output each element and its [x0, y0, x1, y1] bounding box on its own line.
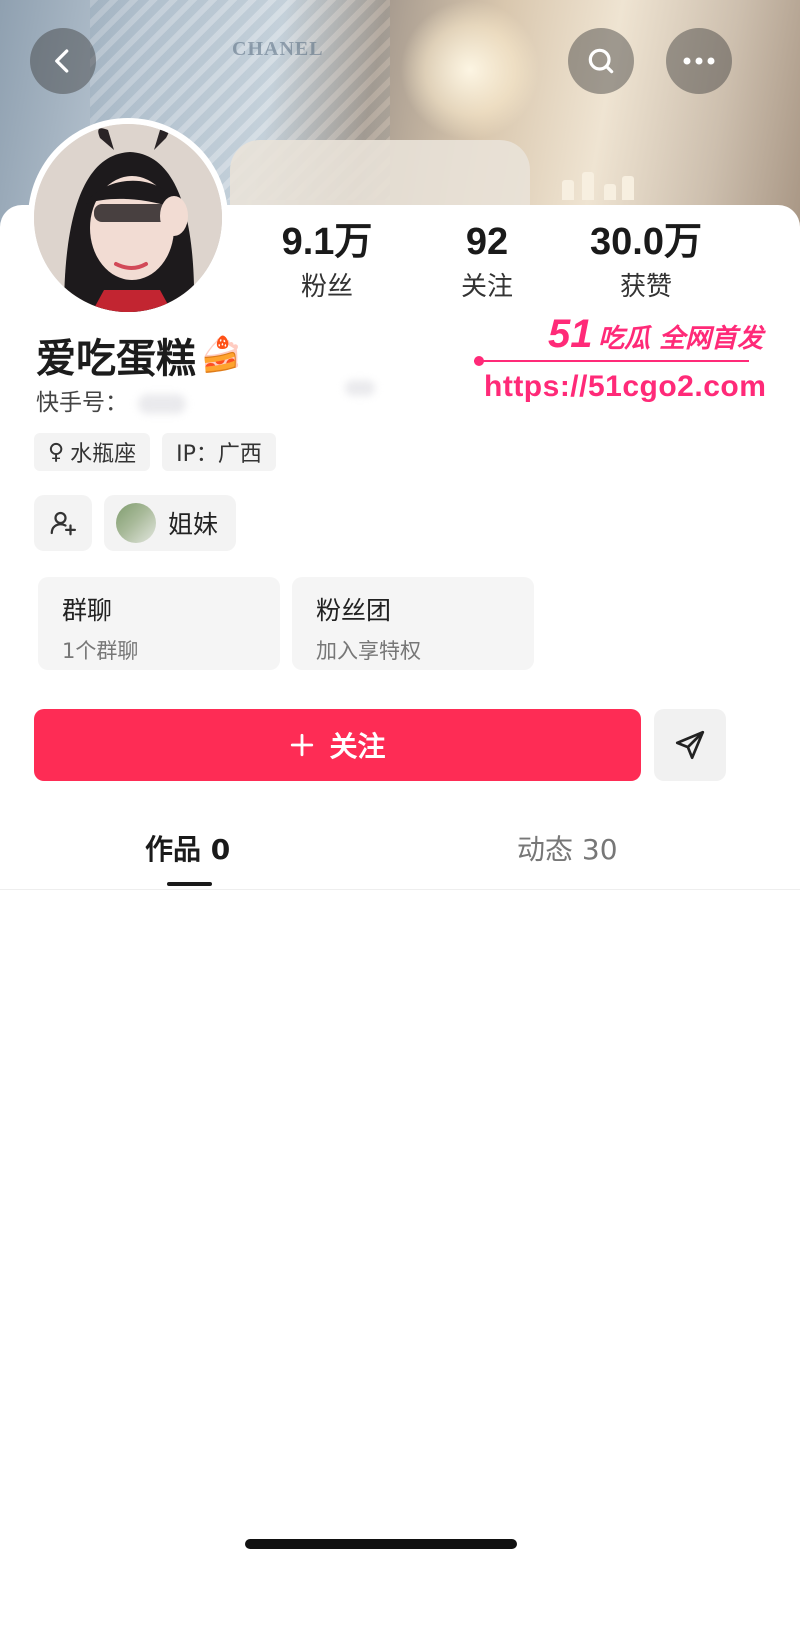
group-chat-subtitle: 1个群聊 — [62, 639, 139, 663]
home-indicator — [245, 1539, 517, 1549]
feature-boxes: 群聊 1个群聊 粉丝团 加入享特权 — [38, 577, 534, 670]
profile-tags: ♀ 水瓶座 IP：广西 — [34, 433, 276, 471]
more-horizontal-icon — [683, 57, 715, 65]
stat-following-label: 关注 — [460, 272, 513, 302]
profile-handle-label: 快手号： — [36, 390, 128, 416]
tab-moments[interactable]: 动态 30 — [517, 828, 618, 868]
watermark: 51 吃瓜 全网首发 https://51cgo2.com — [474, 312, 767, 412]
tag-ip-label: IP：广西 — [176, 442, 262, 467]
profile-name: 爱吃蛋糕 🍰 — [36, 326, 242, 384]
watermark-line — [474, 360, 749, 362]
tag-zodiac: ♀ 水瓶座 — [34, 433, 151, 471]
fan-club-subtitle: 加入享特权 — [316, 639, 421, 663]
avatar-portrait-icon — [34, 124, 222, 312]
tag-zodiac-label: 水瓶座 — [70, 442, 137, 467]
stat-following-count: 92 — [465, 221, 509, 263]
send-icon — [675, 730, 705, 760]
watermark-brand: 51 吃瓜 全网首发 — [548, 312, 763, 357]
stat-fans-label: 粉丝 — [300, 272, 353, 302]
relation-label: 姐妹 — [168, 510, 219, 539]
relation-chip[interactable]: 姐妹 — [104, 495, 237, 551]
redacted-mark — [345, 380, 375, 396]
stat-likes-count: 30.0万 — [590, 221, 702, 263]
stat-following[interactable]: 92 关注 — [407, 220, 567, 303]
cover-candles — [560, 170, 640, 200]
stat-likes[interactable]: 30.0万 获赞 — [566, 220, 726, 303]
redacted-id — [138, 393, 186, 414]
stat-likes-label: 获赞 — [619, 272, 672, 302]
tab-works[interactable]: 作品 0 — [145, 828, 230, 868]
profile-handle: 快手号： — [36, 383, 186, 417]
watermark-brand-number: 51 — [548, 312, 593, 356]
watermark-url: https://51cgo2.com — [484, 370, 767, 403]
cake-icon: 🍰 — [200, 335, 243, 375]
cover-brand-text: CHANEL — [232, 38, 324, 60]
profile-name-text: 爱吃蛋糕 — [36, 336, 196, 382]
profile-card — [0, 205, 800, 1649]
avatar-photo — [34, 124, 222, 312]
follow-button[interactable]: 关注 — [34, 709, 641, 781]
add-friend-button[interactable] — [34, 495, 92, 551]
stat-fans[interactable]: 9.1万 粉丝 — [247, 220, 407, 303]
relation-avatar — [116, 503, 156, 543]
fan-club-box[interactable]: 粉丝团 加入享特权 — [292, 577, 534, 670]
group-chat-box[interactable]: 群聊 1个群聊 — [38, 577, 280, 670]
content-tabs: 作品 0 动态 30 — [0, 820, 800, 890]
cover-lamp-glow — [400, 0, 540, 140]
tag-ip: IP：广西 — [162, 433, 276, 471]
stat-fans-count: 9.1万 — [281, 221, 373, 263]
watermark-brand-text: 吃瓜 全网首发 — [598, 324, 764, 354]
message-button[interactable] — [654, 709, 726, 781]
follow-label: 关注 — [329, 730, 386, 763]
fan-club-title: 粉丝团 — [316, 596, 392, 625]
add-user-icon — [50, 511, 76, 536]
chevron-left-icon — [55, 49, 69, 73]
avatar[interactable] — [28, 118, 228, 318]
cover-sofa — [230, 140, 530, 210]
group-chat-title: 群聊 — [62, 596, 113, 625]
stats-row: 9.1万 粉丝 92 关注 30.0万 获赞 — [255, 220, 775, 303]
female-icon: ♀ — [48, 439, 65, 465]
search-icon — [588, 48, 614, 74]
back-button[interactable] — [30, 28, 96, 94]
more-button[interactable] — [666, 28, 732, 94]
tab-indicator — [167, 882, 212, 886]
relation-row: 姐妹 — [34, 495, 237, 551]
search-button[interactable] — [568, 28, 634, 94]
plus-icon — [291, 733, 314, 757]
